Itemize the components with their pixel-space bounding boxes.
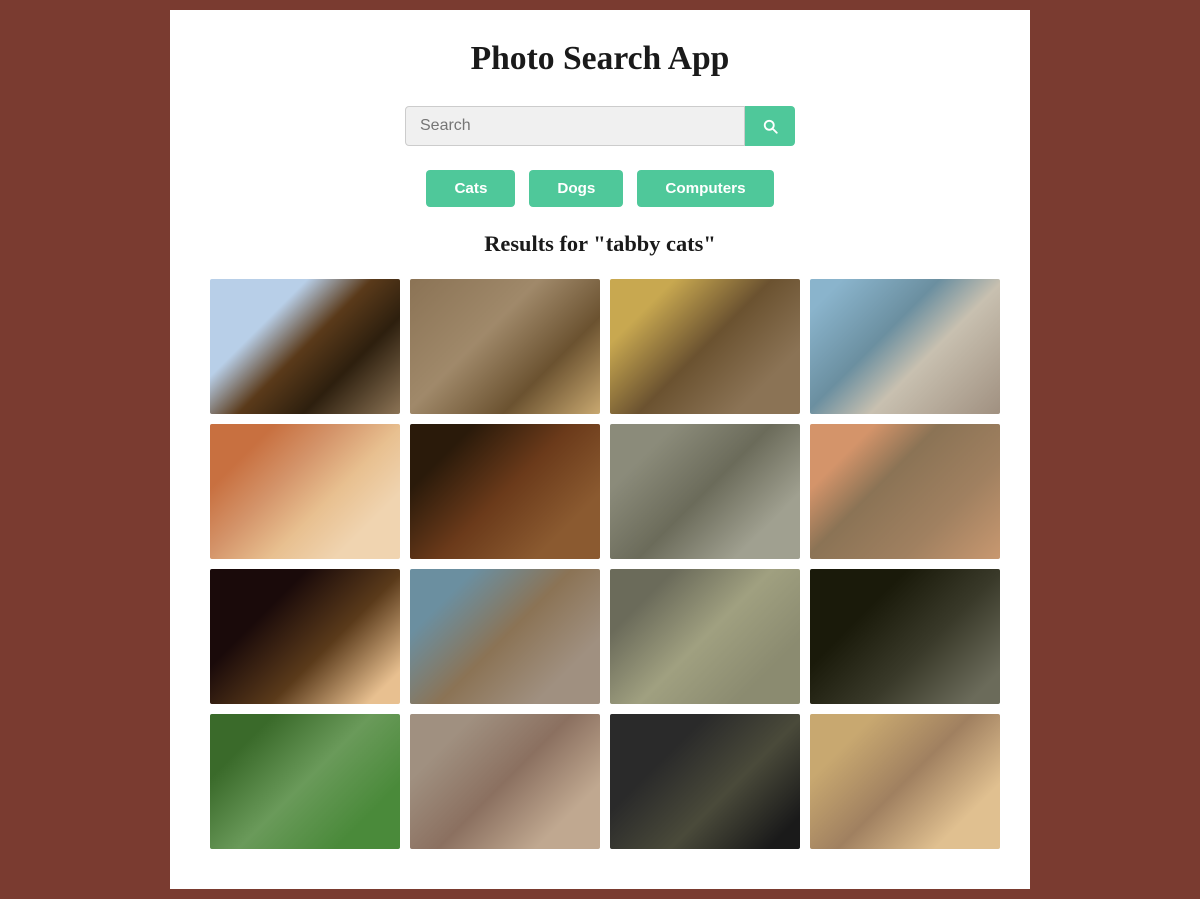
results-title: Results for "tabby cats": [484, 231, 716, 257]
photo-item-11[interactable]: [610, 569, 800, 704]
photo-item-2[interactable]: [410, 279, 600, 414]
photo-item-12[interactable]: [810, 569, 1000, 704]
photo-item-6[interactable]: [410, 424, 600, 559]
photo-grid: [210, 279, 990, 849]
photo-item-15[interactable]: [610, 714, 800, 849]
photo-item-10[interactable]: [410, 569, 600, 704]
photo-item-4[interactable]: [810, 279, 1000, 414]
category-computers-button[interactable]: Computers: [637, 170, 773, 207]
photo-item-3[interactable]: [610, 279, 800, 414]
photo-item-13[interactable]: [210, 714, 400, 849]
category-cats-button[interactable]: Cats: [426, 170, 515, 207]
photo-item-16[interactable]: [810, 714, 1000, 849]
photo-item-7[interactable]: [610, 424, 800, 559]
search-button[interactable]: [745, 106, 795, 146]
search-input[interactable]: [405, 106, 745, 146]
photo-item-14[interactable]: [410, 714, 600, 849]
photo-item-8[interactable]: [810, 424, 1000, 559]
photo-item-1[interactable]: [210, 279, 400, 414]
photo-item-5[interactable]: [210, 424, 400, 559]
photo-item-9[interactable]: [210, 569, 400, 704]
search-icon: [761, 117, 779, 135]
app-container: Photo Search App Cats Dogs Computers Res…: [170, 10, 1030, 889]
category-dogs-button[interactable]: Dogs: [529, 170, 623, 207]
search-bar: [405, 106, 795, 146]
category-buttons: Cats Dogs Computers: [426, 170, 773, 207]
app-title: Photo Search App: [471, 40, 730, 78]
